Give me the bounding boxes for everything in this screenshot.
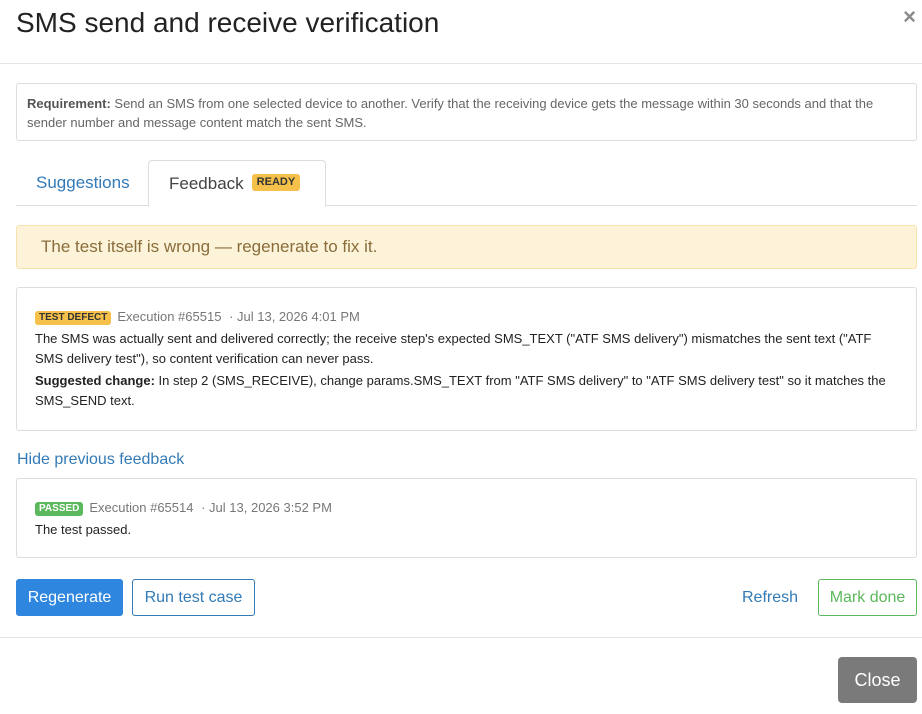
current-execution-id: Execution #65515: [117, 309, 222, 324]
current-feedback-meta: TEST DEFECT Execution #65515 · Jul 13, 20…: [35, 308, 898, 326]
current-execution-date: · Jul 13, 2026 4:01 PM: [229, 309, 360, 324]
tab-bar: Suggestions Feedback READY: [16, 160, 917, 207]
test-defect-badge: TEST DEFECT: [35, 311, 112, 325]
tab-feedback[interactable]: Feedback READY: [148, 160, 326, 207]
hide-previous-feedback-link[interactable]: Hide previous feedback: [17, 450, 184, 470]
previous-execution-id: Execution #65514: [89, 500, 194, 515]
current-feedback-body: The SMS was actually sent and delivered …: [35, 331, 872, 366]
footer-divider: [0, 637, 922, 638]
current-feedback-panel: TEST DEFECT Execution #65515 · Jul 13, 20…: [16, 287, 917, 431]
suggested-change-text: In step 2 (SMS_RECEIVE), change params.S…: [35, 373, 886, 408]
suggested-change-label: Suggested change:: [35, 373, 155, 388]
warning-alert: The test itself is wrong — regenerate to…: [16, 225, 917, 269]
regenerate-button[interactable]: Regenerate: [16, 579, 123, 616]
modal-title: SMS send and receive verification: [16, 7, 440, 38]
refresh-button[interactable]: Refresh: [732, 579, 808, 616]
close-icon[interactable]: ×: [903, 6, 916, 28]
previous-feedback-panel: PASSED Execution #65514 · Jul 13, 2026 3:…: [16, 478, 917, 558]
tab-suggestions[interactable]: Suggestions: [16, 160, 148, 206]
suggested-change: Suggested change: In step 2 (SMS_RECEIVE…: [35, 371, 898, 411]
mark-done-button[interactable]: Mark done: [818, 579, 917, 616]
warning-alert-text: The test itself is wrong — regenerate to…: [41, 237, 378, 256]
previous-feedback-meta: PASSED Execution #65514 · Jul 13, 2026 3:…: [35, 499, 898, 517]
requirement-text: Send an SMS from one selected device to …: [27, 96, 874, 130]
requirement-label: Requirement:: [27, 96, 111, 111]
previous-execution-date: · Jul 13, 2026 3:52 PM: [201, 500, 332, 515]
passed-badge: PASSED: [35, 502, 84, 516]
tab-feedback-label: Feedback: [169, 174, 244, 193]
modal-header: SMS send and receive verification ×: [0, 0, 922, 64]
previous-feedback-body: The test passed.: [35, 522, 132, 537]
requirement-box: Requirement: Send an SMS from one select…: [16, 83, 917, 141]
tab-suggestions-label: Suggestions: [36, 173, 130, 192]
run-test-case-button[interactable]: Run test case: [132, 579, 255, 616]
ready-badge: READY: [251, 174, 301, 192]
close-button[interactable]: Close: [838, 657, 917, 703]
